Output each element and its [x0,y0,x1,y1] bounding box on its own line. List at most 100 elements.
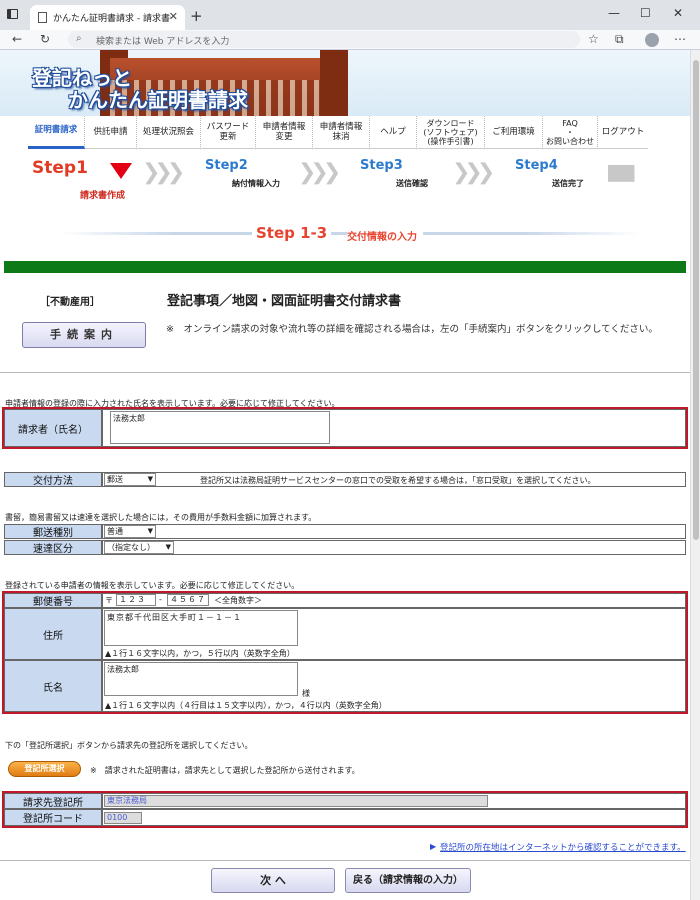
address-bar: ← ↻ ⌕ 検索または Web アドレスを入力 ☆ ⧉ ⋯ [0,30,700,50]
url-input[interactable]: ⌕ 検索または Web アドレスを入力 [68,31,580,48]
step4-sub-label: 送信完了 [552,179,584,188]
office-select-button[interactable]: 登記所選択 [8,761,81,777]
express-label: 速達区分 [4,540,102,555]
substep-subtitle: 交付情報の入力 [347,228,423,243]
form-title: 登記事項／地図・図面証明書交付請求書 [167,294,402,309]
page-favicon-icon [38,12,47,23]
search-icon: ⌕ [76,33,82,44]
substep-header: Step 1-3 交付情報の入力 [0,220,690,246]
office-code-cell [102,809,686,826]
office-code-field: 0100 [104,812,142,824]
tab-close-icon[interactable]: ✕ [169,10,178,23]
name-hint: ▲１行１６文字以内（４行目は１５文字以内），かつ，４行以内（英数字全角） [105,701,387,710]
menu-item-profile-delete[interactable]: 申請者情報 抹消 [313,116,370,149]
menu-item-password[interactable]: パスワード 更新 [201,116,256,149]
office-select-note: ※ 請求された証明書は，請求先として選択した登記所から送付されます。 [90,766,360,775]
collections-icon[interactable]: ⧉ [615,32,624,47]
mail-type-value: 普通 [107,527,123,536]
delivery-note: 登記所又は法務局証明サービスセンターの窓口での受取を希望する場合は，「窓口受取」… [200,476,596,485]
mail-type-label: 郵送種別 [4,524,102,539]
site-logo-line2: かんたん証明書請求 [68,88,248,112]
recipient-name-field[interactable]: 法務太郎 [104,662,298,696]
address-note: 登録されている申請者の情報を表示しています。必要に応じて修正してください。 [5,581,300,590]
step3-label: Step3 [360,158,403,173]
step1-sub-label: 請求書作成 [80,191,126,201]
browser-titlebar: かんたん証明書請求 - 請求書作成 ✕ + — ☐ ✕ [0,0,700,30]
menu-item-help[interactable]: ヘルプ [370,116,417,149]
address-hint: ▲１行１６文字以内，かつ，５行以内（英数字全角） [105,649,295,658]
procedure-guide-button[interactable]: 手続案内 [22,322,146,348]
express-cell [102,540,686,555]
zip-first-input[interactable]: １２３ [116,594,156,606]
favorites-icon[interactable]: ☆ [588,32,599,46]
new-tab-icon[interactable]: + [190,7,203,25]
maximize-icon[interactable]: ☐ [640,6,651,20]
name-label: 氏名 [4,660,102,712]
express-value: （指定なし） [107,543,155,552]
current-step-arrow-icon [110,163,132,179]
zip-mark: 〒 [105,596,113,605]
office-code-label: 登記所コード [4,809,102,826]
mail-type-cell [102,524,686,539]
step4-label: Step4 [515,158,558,173]
section-green-bar [4,261,686,273]
substep-title: Step 1-3 [252,224,332,242]
step-end-bars-icon: ▮▮▮▮ [606,160,637,185]
mail-note: 書留，簡易書留又は速達を選択した場合には，その費用が手数料金額に加算されます。 [5,513,317,522]
step3-sub-label: 送信確認 [396,179,428,188]
back-button[interactable]: 戻る（請求情報の入力） [345,868,471,893]
address-label: 住所 [4,608,102,660]
zip-separator: - [159,595,162,604]
step-chevron-icon: ❯❯❯ [298,160,341,185]
step2-sub-label: 納付情報入力 [232,179,280,188]
mail-type-select[interactable]: 普通 ▼ [104,525,156,538]
menu-item-faq[interactable]: FAQ ・ お問い合わせ [543,116,598,149]
guide-note: ※ オンライン請求の対象や流れ等の詳細を確認される場合は，左の「手続案内」ボタン… [166,324,658,335]
address-field[interactable]: 東京都千代田区大手町１－１－１ [104,610,298,646]
step1-label: Step1 [32,158,88,178]
scrollbar-thumb[interactable] [693,60,699,540]
site-banner: 登記ねっと かんたん証明書請求 [0,50,690,116]
name-suffix: 様 [302,689,310,698]
chevron-down-icon: ▼ [165,543,171,551]
menu-item-logout[interactable]: ログアウト [598,116,648,149]
form-category: ［不動産用］ [40,297,100,308]
requester-name-field[interactable]: 法務太郎 [110,411,330,444]
reload-icon[interactable]: ↻ [40,32,50,46]
menu-item-profile-change[interactable]: 申請者情報 変更 [256,116,313,149]
window-menu-icon[interactable] [7,9,18,19]
express-select[interactable]: （指定なし） ▼ [104,541,174,554]
menu-item-certificate[interactable]: 証明書請求 [28,116,85,149]
menu-item-status[interactable]: 処理状況照会 [137,116,201,149]
dest-office-field: 東京法務局 [104,795,488,807]
menu-item-deposit[interactable]: 供託申請 [85,116,137,149]
delivery-method-select[interactable]: 郵送 ▼ [104,473,156,486]
chevron-down-icon: ▼ [147,475,153,483]
back-icon[interactable]: ← [12,32,22,46]
next-button[interactable]: 次 へ [211,868,335,893]
main-menu: 証明書請求 供託申請 処理状況照会 パスワード 更新 申請者情報 変更 申請者情… [28,116,648,149]
step2-label: Step2 [205,158,248,173]
delivery-label: 交付方法 [4,472,102,487]
office-location-link[interactable]: 登記所の所在地はインターネットから確認することができます。 [440,841,686,853]
menu-item-environment[interactable]: ご利用環境 [485,116,543,149]
window-close-icon[interactable]: ✕ [673,6,683,20]
tab-title: かんたん証明書請求 - 請求書作成 [53,14,171,24]
more-icon[interactable]: ⋯ [674,32,686,46]
building-illustration-right [320,50,348,116]
zip-second-input[interactable]: ４５６７ [167,594,209,606]
browser-tab[interactable]: かんたん証明書請求 - 請求書作成 ✕ [30,5,185,30]
zip-label: 郵便番号 [4,593,102,608]
requester-label: 請求者（氏名） [4,409,102,447]
link-arrow-icon: ▶ [430,842,437,851]
menu-item-download[interactable]: ダウンロード (ソフトウェア) (操作手引書) [417,116,485,149]
dest-office-label: 請求先登記所 [4,793,102,809]
url-placeholder: 検索または Web アドレスを入力 [96,37,230,47]
divider [0,372,690,373]
step-chevron-icon: ❯❯❯ [142,160,185,185]
profile-avatar[interactable] [645,33,659,47]
minimize-icon[interactable]: — [608,6,620,20]
page-scrollbar[interactable] [690,50,700,900]
chevron-down-icon: ▼ [147,527,153,535]
delivery-selected-value: 郵送 [107,475,123,484]
